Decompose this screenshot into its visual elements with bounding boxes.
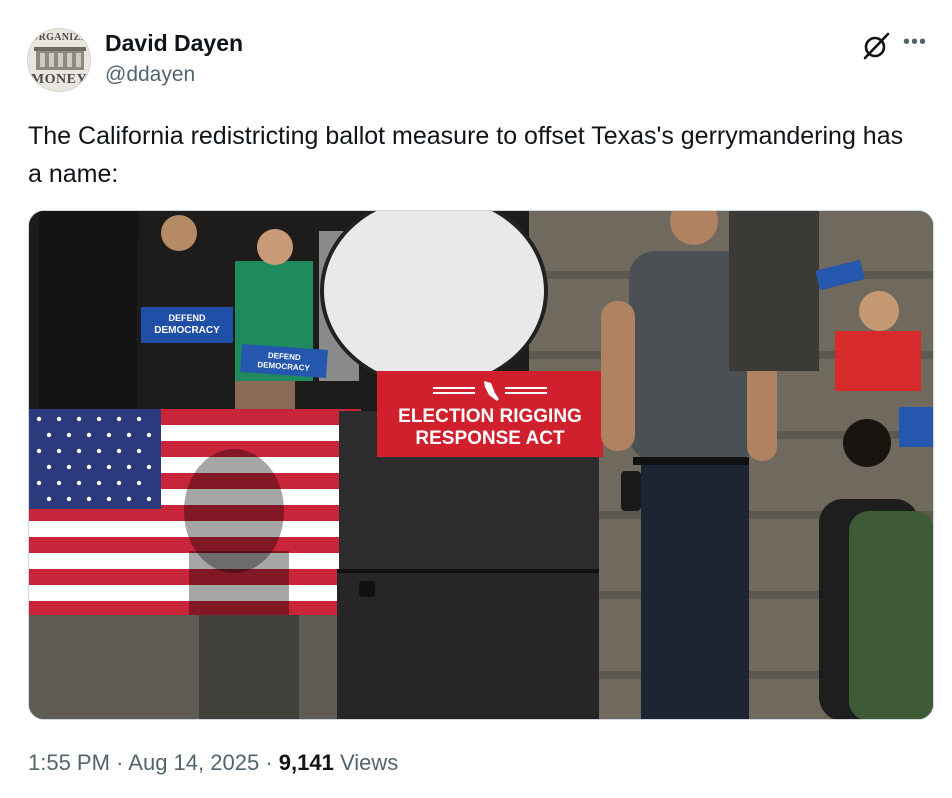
podium [337,411,599,719]
american-flag [29,409,361,615]
placard-line1: DEFEND [168,313,206,323]
tweet-text: The California redistricting ballot meas… [28,122,904,188]
sign-line2: RESPONSE ACT [415,428,565,449]
views-label: Views [339,750,399,775]
tweet-time[interactable]: 1:55 PM [28,750,110,775]
author-handle[interactable]: @ddayen [105,63,195,87]
placard: DEFEND DEMOCRACY [240,344,328,378]
tweet-date[interactable]: Aug 14, 2025 [128,750,259,775]
avatar[interactable]: ORGANIZE MONEY [27,28,91,92]
avatar-text-bottom: MONEY [30,72,88,87]
photo-scene: DEFEND DEMOCRACY DEFEND DEMOCRACY ELECTI… [29,211,933,719]
separator: · [116,750,124,775]
more-icon[interactable]: ••• [903,30,933,60]
placard: DEFEND DEMOCRACY [141,307,233,343]
election-sign: ELECTION RIGGING RESPONSE ACT [377,371,603,457]
grok-icon[interactable] [861,31,891,61]
tweet-photo[interactable]: DEFEND DEMOCRACY DEFEND DEMOCRACY ELECTI… [28,210,934,720]
separator: · [265,750,273,775]
sign-line1: ELECTION RIGGING [398,406,582,427]
avatar-building-icon [34,47,86,70]
tweet-meta: 1:55 PM · Aug 14, 2025 · 9,141 Views [28,750,398,776]
avatar-text-top: ORGANIZE [30,32,88,43]
placard-line2: DEMOCRACY [154,325,220,336]
author-name[interactable]: David Dayen [105,30,243,57]
views-count: 9,141 [278,750,334,775]
